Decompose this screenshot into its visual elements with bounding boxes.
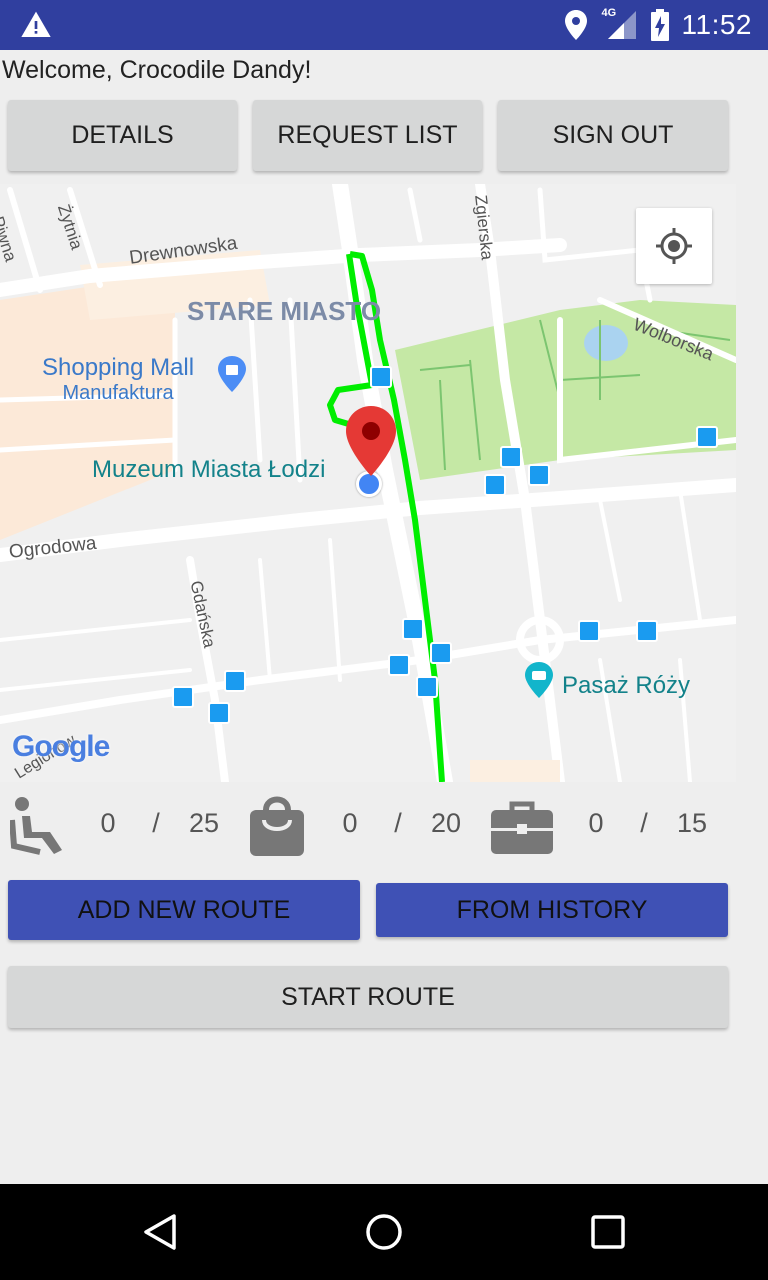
recents-icon[interactable] <box>588 1212 628 1252</box>
request-list-button[interactable]: REQUEST LIST <box>253 100 482 171</box>
tram-stop-icon[interactable] <box>416 676 438 698</box>
location-icon <box>564 10 587 40</box>
crosshair-icon <box>656 228 692 264</box>
tram-stop-icon[interactable] <box>696 426 718 448</box>
google-logo: Google <box>12 730 110 763</box>
shopping-bag-icon <box>218 356 246 392</box>
sign-out-button[interactable]: SIGN OUT <box>498 100 728 171</box>
navigation-bar <box>0 1184 768 1280</box>
wheelchair-current: 0 <box>100 808 116 838</box>
wheelchair-max: 25 <box>188 808 220 838</box>
from-history-button[interactable]: FROM HISTORY <box>376 883 728 937</box>
tram-stop-icon[interactable] <box>500 446 522 468</box>
clock: 11:52 <box>681 9 752 40</box>
destination-marker-icon[interactable] <box>345 406 397 476</box>
pond <box>584 325 628 361</box>
briefcase-current: 0 <box>588 808 604 838</box>
map-view[interactable]: STARE MIASTO Drewnowska Piwna Żytnia Zgi… <box>0 184 736 782</box>
poi-museum[interactable]: Muzeum Miasta Łodzi <box>92 456 325 484</box>
back-icon[interactable] <box>140 1212 180 1252</box>
tram-stop-icon[interactable] <box>636 620 658 642</box>
poi-pasaz-rozy[interactable]: Pasaż Róży <box>562 672 690 700</box>
welcome-text: Welcome, Crocodile Dandy! <box>2 56 312 84</box>
tram-stop-icon[interactable] <box>578 620 600 642</box>
tram-stop-icon[interactable] <box>370 366 392 388</box>
details-button[interactable]: DETAILS <box>8 100 237 171</box>
luggage-current: 0 <box>342 808 358 838</box>
tram-stop-icon[interactable] <box>484 474 506 496</box>
tram-stop-icon[interactable] <box>388 654 410 676</box>
wheelchair-separator: / <box>152 808 160 838</box>
status-icons: 4G 11:52 <box>564 0 753 50</box>
tram-stop-icon[interactable] <box>430 642 452 664</box>
home-icon[interactable] <box>364 1212 404 1252</box>
tram-stop-icon[interactable] <box>172 686 194 708</box>
briefcase-max: 15 <box>676 808 708 838</box>
tram-stop-icon[interactable] <box>528 464 550 486</box>
district-label: STARE MIASTO <box>187 296 382 326</box>
my-location-button[interactable] <box>636 208 712 284</box>
tram-stop-icon[interactable] <box>224 670 246 692</box>
shopping-bag-icon <box>250 796 304 856</box>
wheelchair-icon <box>10 797 62 855</box>
briefcase-icon <box>491 801 553 854</box>
signal-icon: 4G <box>600 7 638 41</box>
tram-stop-icon[interactable] <box>208 702 230 724</box>
battery-charging-icon <box>650 9 669 41</box>
poi-shopping-mall[interactable]: Shopping Mall Manufaktura <box>42 354 194 405</box>
start-route-button[interactable]: START ROUTE <box>8 966 728 1028</box>
briefcase-separator: / <box>640 808 648 838</box>
luggage-max: 20 <box>430 808 462 838</box>
status-bar: 4G 11:52 <box>0 0 768 50</box>
tram-stop-icon[interactable] <box>402 618 424 640</box>
camera-pin-icon <box>525 662 553 698</box>
warning-icon <box>21 11 51 37</box>
luggage-separator: / <box>394 808 402 838</box>
add-new-route-button[interactable]: ADD NEW ROUTE <box>8 880 360 940</box>
